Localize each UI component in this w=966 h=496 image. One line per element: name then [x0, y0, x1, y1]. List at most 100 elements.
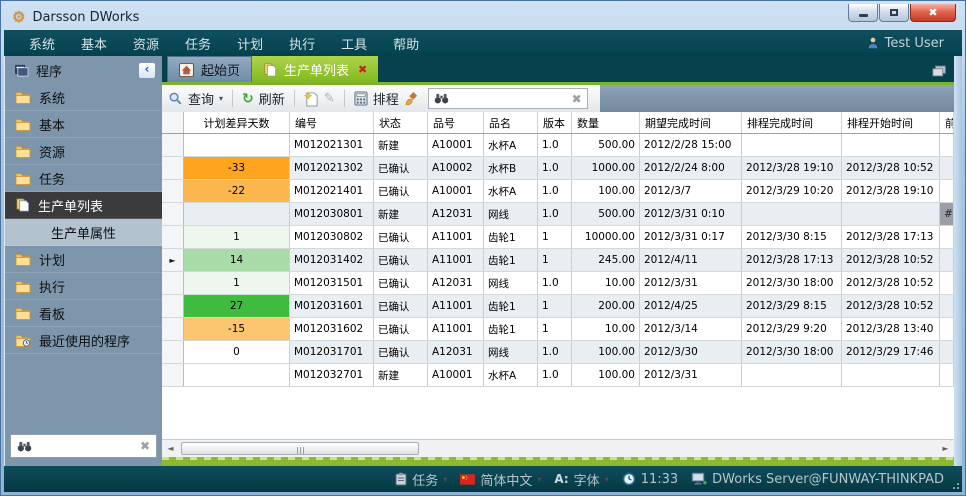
cell: 齿轮1 — [484, 249, 538, 271]
status-server: DWorks Server@FUNWAY-THINKPAD — [691, 472, 944, 487]
cell — [742, 203, 842, 225]
cell: 新建 — [374, 364, 428, 386]
table-row[interactable]: M012021301新建A10001水杯A1.0500.002012/2/28 … — [162, 134, 954, 157]
broom-icon[interactable] — [404, 91, 420, 106]
cell: A11001 — [428, 249, 484, 271]
column-header[interactable]: 版本 — [538, 112, 572, 133]
sidebar-item-label: 计划 — [39, 250, 65, 269]
sidebar-item[interactable]: 计划 — [5, 246, 162, 273]
column-header[interactable]: 前 — [940, 112, 954, 133]
close-button[interactable]: ✖ — [910, 4, 956, 22]
column-header[interactable]: 编号 — [290, 112, 374, 133]
cell: 245.00 — [572, 249, 640, 271]
scrollbar-thumb[interactable] — [181, 442, 419, 455]
edit-icon[interactable]: ✎ — [324, 91, 335, 106]
sidebar-item[interactable]: 任务 — [5, 165, 162, 192]
sidebar-item[interactable]: 看板 — [5, 300, 162, 327]
menu-item[interactable]: 基本 — [68, 34, 120, 53]
table-row[interactable]: -22M012021401已确认A10001水杯A1.0100.002012/3… — [162, 180, 954, 203]
schedule-button[interactable]: 排程 — [373, 89, 399, 108]
china-flag-icon — [460, 474, 475, 485]
query-dropdown-icon[interactable]: ▾ — [219, 94, 223, 103]
cell: 1.0 — [538, 364, 572, 386]
sidebar-item[interactable]: 基本 — [5, 111, 162, 138]
restore-button[interactable] — [879, 4, 909, 22]
table-row[interactable]: M012030801新建A12031网线1.0500.002012/3/31 0… — [162, 203, 954, 226]
toolbar-search-input[interactable] — [455, 92, 566, 106]
sidebar-item[interactable]: 生产单列表 — [5, 192, 162, 219]
tab-start-page[interactable]: 起始页 — [167, 56, 252, 82]
cell: M012031602 — [290, 318, 374, 340]
cell: M012032701 — [290, 364, 374, 386]
scroll-right-icon[interactable]: ► — [937, 444, 954, 453]
column-header[interactable]: 品号 — [428, 112, 484, 133]
column-header[interactable]: 排程完成时间 — [742, 112, 842, 133]
toolbar-search-clear-icon[interactable]: ✖ — [572, 92, 582, 106]
minimize-icon — [859, 14, 868, 17]
refresh-button[interactable]: 刷新 — [259, 89, 285, 108]
menu-item[interactable]: 计划 — [224, 34, 276, 53]
row-indicator — [162, 318, 184, 340]
sidebar-item-label: 任务 — [39, 169, 65, 188]
table-row[interactable]: ►14M012031402已确认A11001齿轮11245.002012/4/1… — [162, 249, 954, 272]
sidebar-item[interactable]: 资源 — [5, 138, 162, 165]
sidebar-item[interactable]: 执行 — [5, 273, 162, 300]
menu-item[interactable]: 任务 — [172, 34, 224, 53]
cell: 1.0 — [538, 203, 572, 225]
sidebar-collapse-button[interactable]: ‹ — [138, 62, 156, 79]
language-dropdown-icon: ▾ — [537, 475, 541, 484]
user-badge[interactable]: Test User — [866, 36, 950, 51]
app-logo-gear-icon: ⚙ — [12, 10, 25, 25]
right-edge-panel — [954, 56, 962, 466]
table-row[interactable]: 1M012030802已确认A11001齿轮1110000.002012/3/3… — [162, 226, 954, 249]
status-font[interactable]: A: 字体 ▾ — [554, 470, 608, 489]
row-indicator — [162, 180, 184, 202]
status-language[interactable]: 简体中文 ▾ — [460, 470, 541, 489]
table-row[interactable]: -15M012031602已确认A11001齿轮1110.002012/3/14… — [162, 318, 954, 341]
column-header[interactable]: 期望完成时间 — [640, 112, 742, 133]
sidebar-search-box: ✖ — [10, 434, 157, 458]
cell: M012031601 — [290, 295, 374, 317]
window-list-icon[interactable] — [932, 65, 948, 77]
menu-item[interactable]: 工具 — [328, 34, 380, 53]
column-header[interactable]: 品名 — [484, 112, 538, 133]
scrollbar-track[interactable] — [179, 440, 937, 457]
cell: 27 — [184, 295, 290, 317]
column-header[interactable]: 计划差异天数 — [184, 112, 290, 133]
column-header[interactable]: 数量 — [572, 112, 640, 133]
table-row[interactable]: 0M012031701已确认A12031网线1.0100.002012/3/30… — [162, 341, 954, 364]
status-task[interactable]: 任务 ▾ — [395, 470, 447, 489]
toolbar-search-box: ✖ — [428, 88, 588, 109]
table-row[interactable]: 27M012031601已确认A11001齿轮11200.002012/4/25… — [162, 295, 954, 318]
sidebar-search-clear-icon[interactable]: ✖ — [140, 439, 150, 453]
toolbar: 查询 ▾ ↻ 刷新 ✎ 排程 — [162, 85, 600, 112]
new-record-icon[interactable] — [304, 91, 319, 107]
cell: # — [940, 203, 954, 225]
minimize-button[interactable] — [848, 4, 878, 22]
menu-item[interactable]: 资源 — [120, 34, 172, 53]
tab-close-icon[interactable]: ✖ — [358, 63, 367, 76]
sidebar-item-label: 看板 — [39, 304, 65, 323]
scroll-left-icon[interactable]: ◄ — [162, 444, 179, 453]
menu-item[interactable]: 系统 — [16, 34, 68, 53]
table-row[interactable]: M012032701新建A10001水杯A1.0100.002012/3/31 — [162, 364, 954, 387]
table-row[interactable]: 1M012031501已确认A12031网线1.010.002012/3/312… — [162, 272, 954, 295]
menu-item[interactable]: 执行 — [276, 34, 328, 53]
sidebar-item[interactable]: 最近使用的程序 — [5, 327, 162, 354]
horizontal-scrollbar[interactable]: ◄ ► — [162, 439, 954, 457]
resize-grip[interactable] — [949, 479, 959, 489]
sidebar-item[interactable]: 生产单属性 — [5, 219, 162, 246]
column-header[interactable]: 排程开始时间 — [842, 112, 940, 133]
tab-label: 起始页 — [201, 60, 240, 79]
menu-item[interactable]: 帮助 — [380, 34, 432, 53]
query-button[interactable]: 查询 — [188, 89, 214, 108]
column-header[interactable]: 状态 — [374, 112, 428, 133]
tab-production-order-list[interactable]: 生产单列表 ✖ — [252, 56, 378, 82]
cell — [940, 226, 954, 248]
sidebar-search-input[interactable] — [39, 439, 133, 453]
server-label: DWorks Server@FUNWAY-THINKPAD — [712, 472, 944, 487]
cell: M012031501 — [290, 272, 374, 294]
sidebar-item[interactable]: 系统 — [5, 84, 162, 111]
table-row[interactable]: -33M012021302已确认A10002水杯B1.01000.002012/… — [162, 157, 954, 180]
cell — [842, 364, 940, 386]
